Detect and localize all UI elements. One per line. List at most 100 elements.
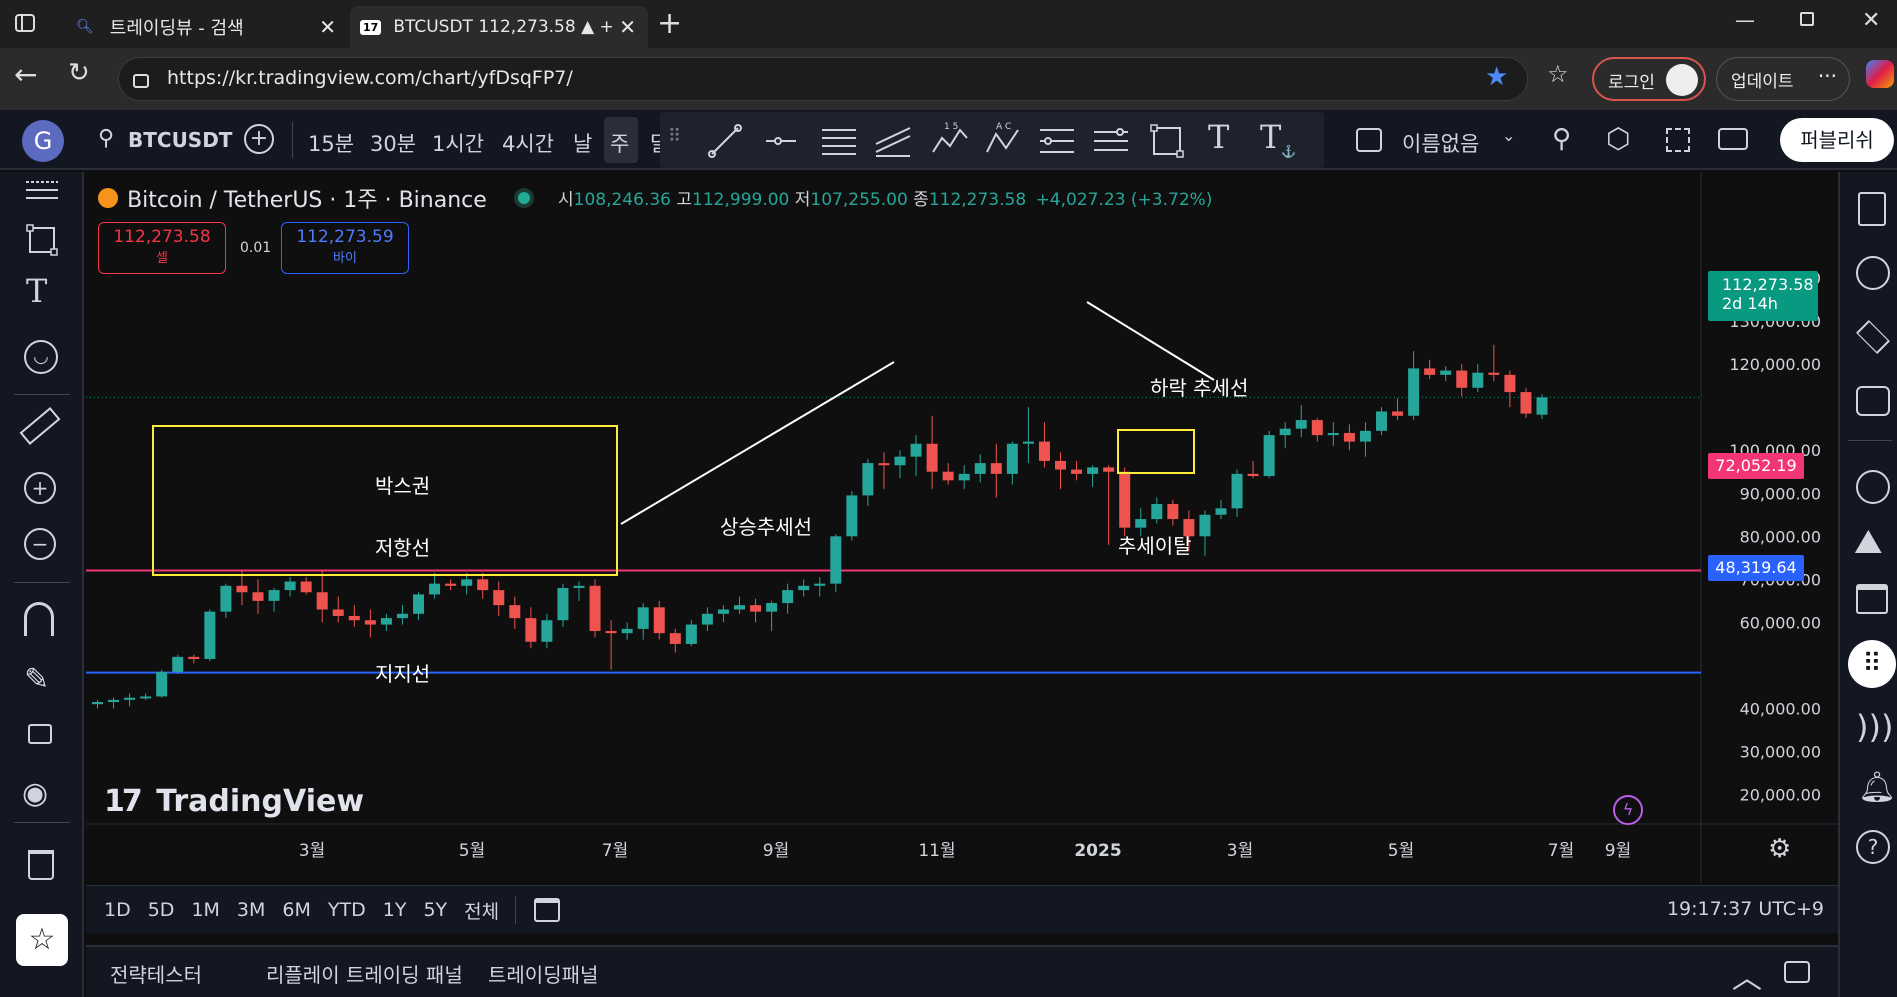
candle-body[interactable]: [685, 624, 697, 644]
sidebar-toggle-icon[interactable]: [14, 12, 36, 34]
candle-body[interactable]: [156, 671, 168, 697]
candle-body[interactable]: [1022, 441, 1034, 444]
annotation-breakout[interactable]: 추세이탈: [1118, 530, 1192, 559]
anchored-text-icon[interactable]: T⚓: [1260, 118, 1296, 158]
annotation-resistance[interactable]: 저항선: [375, 532, 430, 561]
candle-body[interactable]: [974, 463, 986, 474]
candle-body[interactable]: [1392, 411, 1404, 416]
minimize-icon[interactable]: —: [1735, 8, 1755, 32]
candle-body[interactable]: [1215, 508, 1227, 515]
login-button[interactable]: 로그인: [1592, 57, 1706, 101]
candle-body[interactable]: [798, 585, 810, 591]
candle-body[interactable]: [429, 583, 441, 595]
tab-strategy-tester[interactable]: 전략테스터: [110, 959, 202, 988]
buy-button[interactable]: 112,273.59 바이: [281, 222, 409, 274]
candle-body[interactable]: [461, 579, 473, 586]
candle-body[interactable]: [1071, 469, 1083, 474]
restore-icon[interactable]: [1800, 12, 1814, 26]
candle-body[interactable]: [364, 620, 376, 625]
range-button-8[interactable]: 전체: [464, 897, 499, 924]
back-icon[interactable]: ←: [14, 58, 37, 91]
candle-body[interactable]: [1520, 392, 1532, 414]
candle-body[interactable]: [332, 609, 344, 616]
parallel-channel-icon[interactable]: [820, 122, 858, 160]
candle-body[interactable]: [1440, 370, 1452, 375]
settings-gear-icon[interactable]: ⬡: [1606, 122, 1630, 155]
candle-body[interactable]: [637, 607, 649, 629]
candle-body[interactable]: [910, 443, 922, 457]
annotation-downtrend[interactable]: 하락 추세선: [1150, 372, 1248, 401]
candle-body[interactable]: [621, 628, 633, 634]
range-button-2[interactable]: 1M: [191, 899, 219, 921]
candle-body[interactable]: [862, 463, 874, 496]
fib-retracement-icon[interactable]: [1038, 122, 1076, 160]
drag-handle-icon[interactable]: ⠿: [668, 126, 681, 147]
candle-body[interactable]: [396, 613, 408, 619]
watchlist-icon[interactable]: [1858, 192, 1886, 226]
candle-body[interactable]: [1006, 443, 1018, 474]
candle-body[interactable]: [1295, 420, 1307, 429]
candle-body[interactable]: [541, 620, 553, 642]
candle-body[interactable]: [589, 585, 601, 632]
text-annotation-icon[interactable]: T: [26, 272, 47, 310]
candle-body[interactable]: [1199, 514, 1211, 537]
fib-extension-icon[interactable]: [1092, 122, 1130, 160]
annotation-support[interactable]: 지지선: [375, 658, 430, 687]
candle-body[interactable]: [605, 631, 617, 634]
candle-body[interactable]: [1151, 504, 1163, 520]
candle-body[interactable]: [348, 615, 360, 621]
candle-body[interactable]: [926, 443, 938, 472]
range-button-3[interactable]: 3M: [237, 899, 265, 921]
range-button-6[interactable]: 1Y: [383, 899, 407, 921]
publish-button[interactable]: 퍼블리쉬: [1780, 118, 1894, 162]
chevron-down-icon[interactable]: ⌄: [1502, 126, 1515, 145]
rectangle-tool-icon[interactable]: [1148, 122, 1186, 160]
candle-body[interactable]: [316, 592, 328, 610]
candle-body[interactable]: [1359, 430, 1371, 442]
interval-1h[interactable]: 1시간: [432, 128, 484, 158]
eye-visibility-icon[interactable]: ◉: [22, 776, 48, 811]
fib-tools-icon[interactable]: [24, 176, 60, 204]
range-button-7[interactable]: 5Y: [423, 899, 447, 921]
interval-15m[interactable]: 15분: [308, 128, 354, 158]
candle-body[interactable]: [140, 696, 152, 699]
chart-pane[interactable]: 140,000.00130,000.00120,000.00100,000.00…: [86, 172, 1838, 882]
quick-search-icon[interactable]: ⚲: [1552, 124, 1571, 154]
candle-body[interactable]: [1424, 368, 1436, 375]
zoom-in-icon[interactable]: +: [24, 472, 56, 504]
candle-body[interactable]: [1536, 397, 1548, 415]
candle-body[interactable]: [108, 699, 120, 703]
candle-body[interactable]: [1504, 374, 1516, 393]
chat-icon[interactable]: [1856, 386, 1890, 416]
favorites-star-button[interactable]: ☆: [16, 914, 68, 966]
candle-body[interactable]: [477, 579, 489, 591]
stay-drawing-icon[interactable]: ✎: [24, 662, 49, 697]
candle-body[interactable]: [300, 581, 312, 593]
lock-drawings-icon[interactable]: [28, 724, 52, 744]
more-icon[interactable]: ···: [1818, 64, 1837, 88]
goto-date-icon[interactable]: [534, 898, 560, 922]
candle-body[interactable]: [1311, 420, 1323, 436]
candle-body[interactable]: [1279, 428, 1291, 436]
candle-body[interactable]: [717, 609, 729, 614]
close-icon[interactable]: ✕: [319, 15, 336, 39]
collapse-up-icon[interactable]: ︿: [1732, 953, 1762, 997]
candlestick-chart[interactable]: 140,000.00130,000.00120,000.00100,000.00…: [86, 172, 1838, 882]
candle-body[interactable]: [782, 590, 794, 604]
emoji-icon[interactable]: ◡: [24, 340, 58, 374]
candle-body[interactable]: [525, 618, 537, 642]
copilot-icon[interactable]: [1866, 60, 1894, 88]
candle-body[interactable]: [413, 594, 424, 614]
candle-body[interactable]: [1472, 372, 1484, 388]
technicals-gauge-icon[interactable]: [1856, 470, 1890, 504]
tab-replay-panel[interactable]: 리플레이 트레이딩 패널: [266, 959, 463, 988]
candle-body[interactable]: [653, 607, 665, 634]
elliott-wave-icon[interactable]: 1 5: [930, 120, 970, 160]
sell-button[interactable]: 112,273.58 셀: [98, 222, 226, 274]
refresh-icon[interactable]: ↻: [68, 58, 90, 88]
alerts-clock-icon[interactable]: [1856, 256, 1890, 290]
interval-week[interactable]: 주: [610, 128, 629, 158]
annotation-uptrend[interactable]: 상승추세선: [720, 511, 812, 540]
fullscreen-icon[interactable]: [1666, 128, 1690, 152]
range-button-4[interactable]: 6M: [282, 899, 310, 921]
